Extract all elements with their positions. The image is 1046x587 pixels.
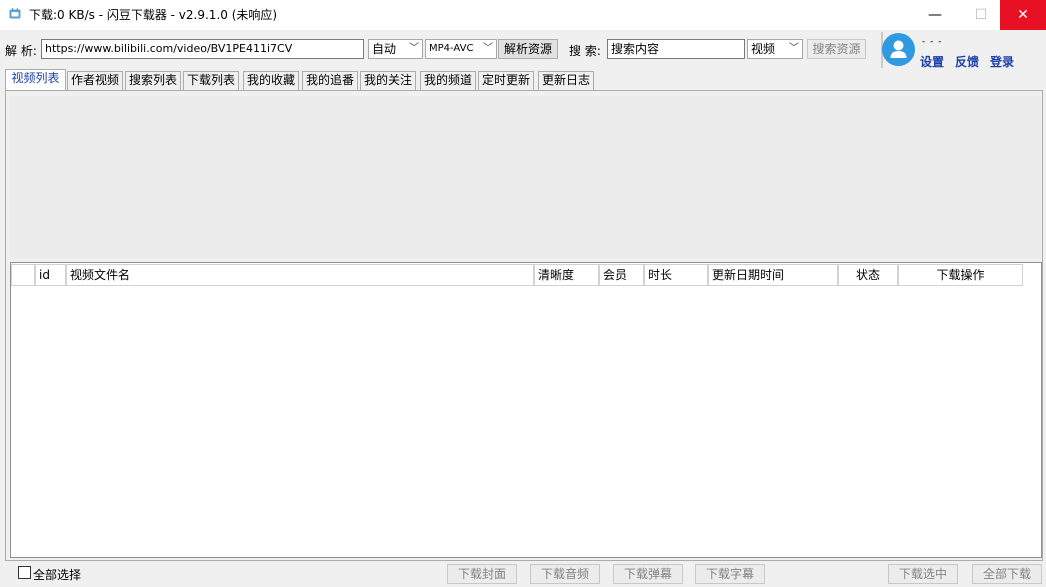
video-table[interactable] (10, 262, 1042, 558)
video-info-area (10, 96, 1041, 259)
search-button[interactable]: 搜索资源 (807, 39, 866, 59)
maximize-button[interactable]: ☐ (958, 0, 1004, 30)
download-danmaku-button[interactable]: 下载弹幕 (613, 564, 683, 584)
login-link[interactable]: 登录 (990, 53, 1014, 70)
select-all-label[interactable]: 全部选择 (33, 566, 81, 583)
tab-video-list[interactable]: 视频列表 (5, 69, 66, 91)
chevron-down-icon: ﹀ (483, 43, 493, 54)
tab-download-list[interactable]: 下载列表 (183, 71, 239, 90)
tab-my-following[interactable]: 我的关注 (360, 71, 416, 90)
window-title: 下载:0 KB/s - 闪豆下载器 - v2.9.1.0 (未响应) (29, 8, 278, 22)
parse-label: 解 析: (5, 44, 37, 58)
quality-select-value: 自动 (372, 42, 397, 56)
url-input[interactable]: https://www.bilibili.com/video/BV1PE411i… (41, 39, 364, 59)
column-header-quality[interactable]: 清晰度 (534, 264, 599, 286)
user-status: - - - (922, 37, 943, 47)
column-header-filename[interactable]: 视频文件名 (66, 264, 534, 286)
search-input[interactable]: 搜索内容 (607, 39, 745, 59)
select-all-checkbox[interactable] (18, 566, 31, 579)
quality-select[interactable]: 自动 ﹀ (368, 39, 423, 59)
search-label: 搜 索: (569, 44, 601, 58)
format-select-value: MP4-AVC (429, 43, 474, 54)
table-header: id 视频文件名 清晰度 会员 时长 更新日期时间 状态 下载操作 (11, 264, 1023, 288)
search-type-select[interactable]: 视频 ﹀ (747, 39, 803, 59)
tab-scheduled-update[interactable]: 定时更新 (478, 71, 534, 90)
user-icon (890, 40, 907, 58)
settings-link[interactable]: 设置 (920, 53, 944, 70)
minimize-button[interactable]: — (912, 0, 958, 30)
column-header-member[interactable]: 会员 (599, 264, 644, 286)
chevron-down-icon: ﹀ (409, 43, 419, 54)
download-selected-button[interactable]: 下载选中 (888, 564, 958, 584)
avatar[interactable] (882, 33, 915, 66)
column-header-actions[interactable]: 下载操作 (898, 264, 1023, 286)
column-header-status[interactable]: 状态 (838, 264, 898, 286)
chevron-down-icon: ﹀ (789, 43, 799, 54)
feedback-link[interactable]: 反馈 (955, 53, 979, 70)
download-subtitle-button[interactable]: 下载字幕 (695, 564, 765, 584)
column-header-select[interactable] (11, 264, 35, 286)
parse-button[interactable]: 解析资源 (498, 39, 558, 59)
tab-search-list[interactable]: 搜索列表 (125, 71, 181, 90)
format-select[interactable]: MP4-AVC ﹀ (425, 39, 497, 59)
download-all-button[interactable]: 全部下载 (972, 564, 1042, 584)
tab-my-favorites[interactable]: 我的收藏 (243, 71, 299, 90)
download-audio-button[interactable]: 下载音频 (530, 564, 600, 584)
column-header-duration[interactable]: 时长 (644, 264, 708, 286)
download-cover-button[interactable]: 下载封面 (447, 564, 517, 584)
tab-my-channel[interactable]: 我的频道 (420, 71, 476, 90)
column-header-updated[interactable]: 更新日期时间 (708, 264, 838, 286)
app-logo-icon (9, 8, 21, 19)
tab-my-bangumi[interactable]: 我的追番 (302, 71, 358, 90)
column-header-id[interactable]: id (35, 264, 66, 286)
search-type-value: 视频 (751, 42, 776, 56)
close-button[interactable]: ✕ (1000, 0, 1046, 30)
tab-author-videos[interactable]: 作者视频 (67, 71, 123, 90)
tab-changelog[interactable]: 更新日志 (538, 71, 594, 90)
